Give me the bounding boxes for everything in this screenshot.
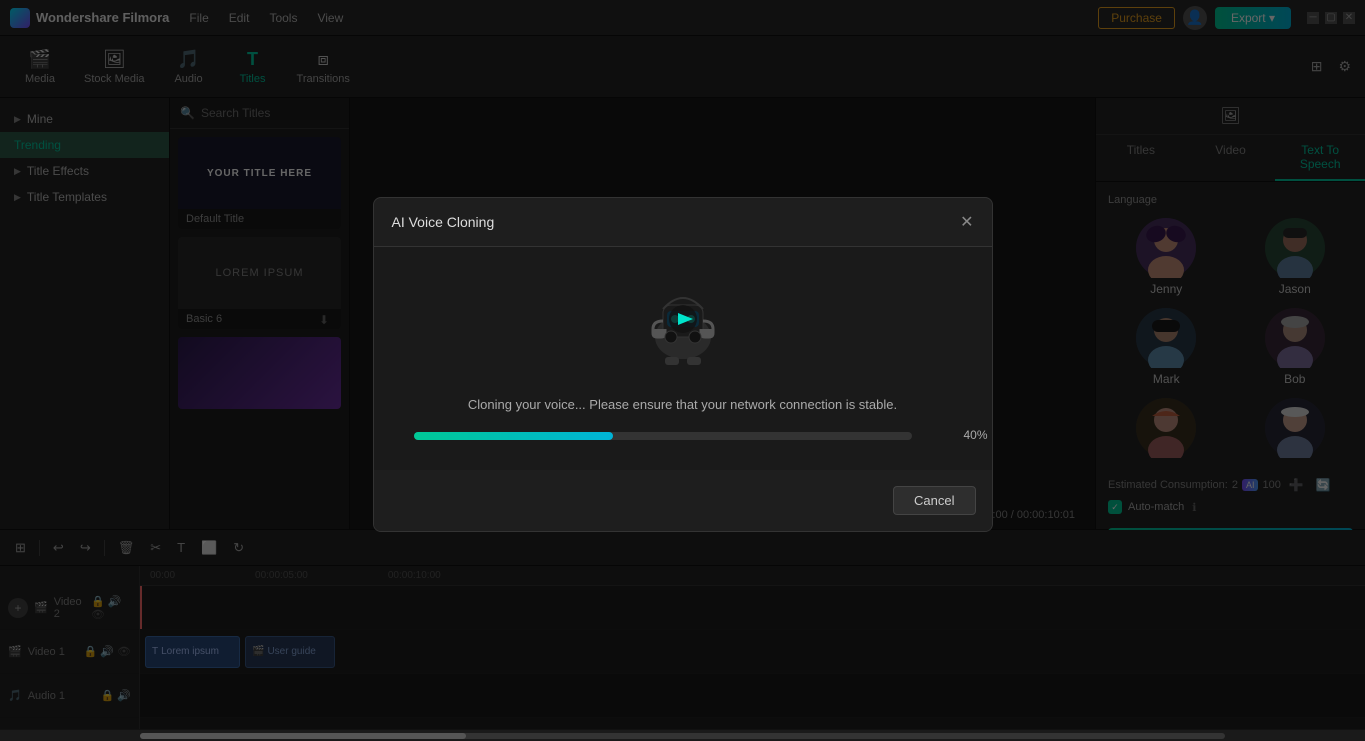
modal-body: Cloning your voice... Please ensure that… — [374, 247, 992, 470]
modal-footer: Cancel — [374, 470, 992, 531]
modal-close-button[interactable]: ✕ — [960, 212, 973, 232]
modal-status-text: Cloning your voice... Please ensure that… — [468, 397, 897, 412]
modal-title: AI Voice Cloning — [392, 214, 495, 230]
timeline-scrollbar[interactable] — [0, 729, 1365, 741]
ai-voice-cloning-modal: AI Voice Cloning ✕ — [373, 197, 993, 532]
voice-robot-graphic — [633, 277, 733, 377]
progress-percent-label: 40% — [963, 428, 987, 442]
modal-overlay: AI Voice Cloning ✕ — [0, 0, 1365, 729]
progress-bar-container — [414, 432, 912, 440]
scrollbar-track — [140, 733, 1225, 739]
modal-header: AI Voice Cloning ✕ — [374, 198, 992, 247]
robot-svg — [633, 277, 733, 377]
modal-cancel-button[interactable]: Cancel — [893, 486, 975, 515]
scrollbar-thumb[interactable] — [140, 733, 466, 739]
progress-wrapper: 40% — [414, 432, 952, 440]
progress-bar-fill — [414, 432, 613, 440]
